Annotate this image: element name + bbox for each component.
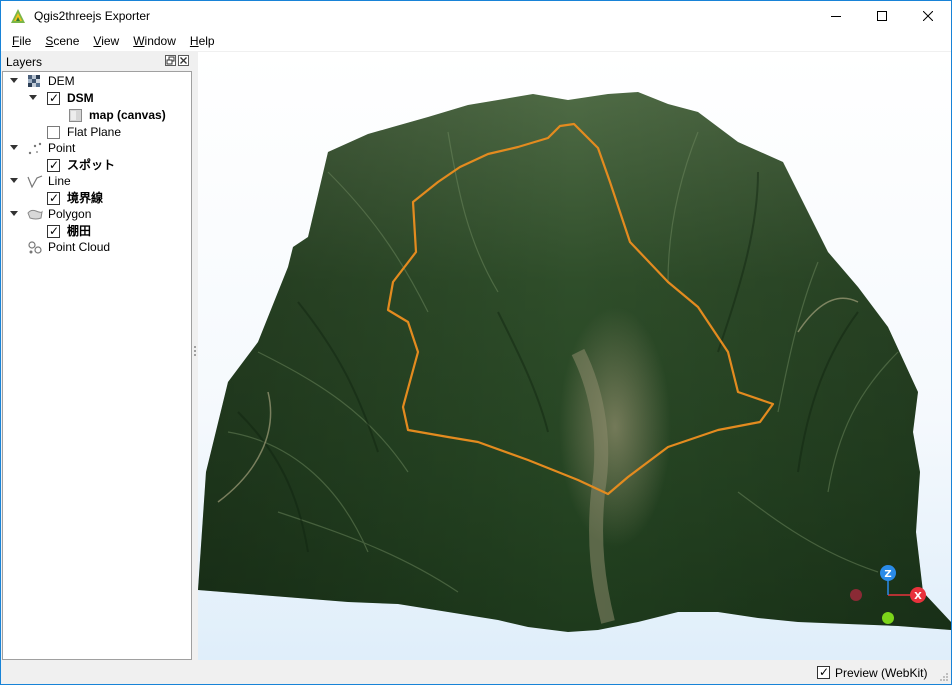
boundary-checkbox[interactable]: ✓ [47, 192, 60, 205]
tree-label-spot: スポット [67, 158, 116, 172]
resize-grip-icon[interactable] [939, 672, 949, 682]
menu-help-mnemonic: H [189, 34, 199, 48]
tree-item-point-cloud[interactable]: Point Cloud [3, 239, 191, 256]
menu-view-label: iew [101, 34, 120, 48]
dem-icon [28, 75, 40, 87]
tree-label-rice-terrace: 棚田 [67, 224, 92, 238]
title-bar[interactable]: Qgis2threejs Exporter [1, 1, 951, 31]
tree-label-dem: DEM [48, 74, 75, 88]
spot-checkbox[interactable]: ✓ [47, 159, 60, 172]
tree-item-dsm[interactable]: ✓ DSM [3, 90, 191, 107]
map-canvas-icon [69, 109, 82, 122]
layers-panel-header: Layers [1, 52, 193, 70]
menu-scene[interactable]: Scene [38, 31, 86, 51]
point-cloud-icon [28, 241, 42, 254]
menu-view[interactable]: View [86, 31, 126, 51]
menu-help[interactable]: Help [183, 31, 222, 51]
panel-float-button[interactable] [165, 55, 176, 66]
tree-item-line[interactable]: Line [3, 173, 191, 190]
maximize-button[interactable] [859, 1, 905, 31]
tree-label-point-cloud: Point Cloud [48, 240, 111, 254]
menu-file-label: ile [19, 34, 32, 48]
polygon-icon [27, 209, 43, 220]
flat-plane-checkbox[interactable] [47, 126, 60, 139]
tree-label-polygon: Polygon [48, 207, 92, 221]
exporter-window: Qgis2threejs Exporter File Scene View Wi… [0, 0, 952, 685]
dsm-checkbox[interactable]: ✓ [47, 92, 60, 105]
preview-3d-view[interactable]: X Z [198, 52, 951, 660]
tree-item-point[interactable]: Point [3, 140, 191, 157]
expand-arrow-icon[interactable] [29, 94, 37, 102]
checkmark-icon: ✓ [49, 158, 60, 172]
menu-file[interactable]: File [5, 31, 38, 51]
status-bar: ✓ Preview (WebKit) [1, 660, 951, 684]
rice-terrace-checkbox[interactable]: ✓ [47, 225, 60, 238]
maximize-icon [877, 11, 887, 21]
float-icon [166, 56, 175, 65]
tree-item-spot[interactable]: ✓ スポット [3, 157, 191, 174]
close-icon [180, 57, 187, 64]
tree-item-boundary[interactable]: ✓ 境界線 [3, 190, 191, 207]
tree-label-flat-plane: Flat Plane [67, 125, 122, 139]
layers-panel-title: Layers [6, 55, 43, 69]
axis-x-label: X [914, 591, 922, 602]
tree-label-map-canvas: map (canvas) [89, 108, 166, 122]
tree-item-dem[interactable]: DEM [3, 73, 191, 90]
menu-window-label: indow [144, 34, 176, 48]
expand-arrow-icon[interactable] [10, 177, 18, 185]
expand-arrow-icon[interactable] [10, 77, 18, 85]
layers-panel: Layers DEM ✓ DSM map (canvas) Flat Plane… [1, 52, 193, 660]
preview-label: Preview (WebKit) [835, 666, 928, 680]
layer-tree: DEM ✓ DSM map (canvas) Flat Plane Point … [2, 71, 192, 660]
expand-arrow-icon[interactable] [10, 144, 18, 152]
expand-arrow-icon[interactable] [10, 210, 18, 218]
tree-item-rice-terrace[interactable]: ✓ 棚田 [3, 223, 191, 240]
axis-z-label: Z [884, 569, 891, 580]
menu-help-label: elp [198, 34, 215, 48]
tree-label-point: Point [48, 141, 76, 155]
menu-window-mnemonic: W [133, 34, 145, 48]
tree-item-polygon[interactable]: Polygon [3, 206, 191, 223]
tree-label-line: Line [48, 174, 71, 188]
minimize-button[interactable] [813, 1, 859, 31]
panel-splitter-handle[interactable] [194, 346, 197, 360]
tree-label-dsm: DSM [67, 91, 94, 105]
tree-item-map-canvas[interactable]: map (canvas) [3, 107, 191, 124]
checkmark-icon: ✓ [819, 665, 830, 679]
menu-scene-label: cene [53, 34, 80, 48]
checkmark-icon: ✓ [49, 91, 60, 105]
qgis2threejs-app-icon [11, 9, 25, 23]
close-button[interactable] [905, 1, 951, 31]
line-icon [27, 175, 43, 189]
close-icon [923, 11, 933, 21]
preview-checkbox[interactable]: ✓ [817, 666, 830, 679]
point-icon [28, 142, 42, 155]
checkmark-icon: ✓ [49, 191, 60, 205]
terrain-render: X Z [198, 92, 951, 632]
window-title: Qgis2threejs Exporter [34, 9, 151, 23]
tree-label-boundary: 境界線 [67, 191, 104, 205]
minimize-icon [831, 16, 841, 17]
tree-item-flat-plane[interactable]: Flat Plane [3, 124, 191, 141]
menu-bar: File Scene View Window Help [1, 31, 951, 51]
menu-window[interactable]: Window [126, 31, 183, 51]
panel-close-button[interactable] [178, 55, 189, 66]
checkmark-icon: ✓ [49, 224, 60, 238]
